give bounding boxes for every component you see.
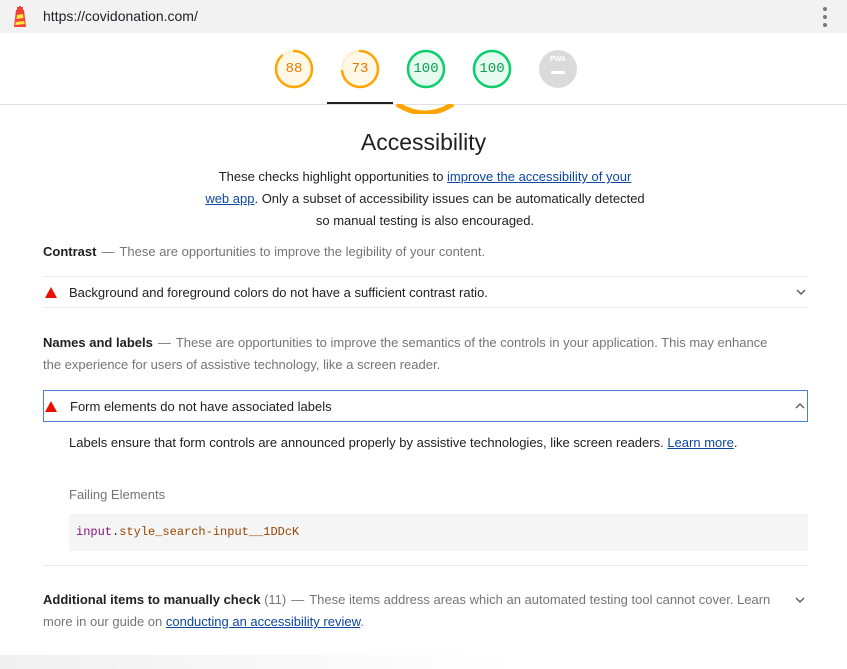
audit-explanation-text: Labels ensure that form controls are ann… (69, 435, 668, 450)
gauge-score: 100 (413, 61, 439, 77)
gauge-performance[interactable]: 88 (274, 49, 314, 89)
chevron-up-icon[interactable] (795, 401, 805, 411)
gauge-score: PWA (550, 56, 566, 63)
audit-label[interactable]: Form elements do not have associated lab… (43, 390, 808, 422)
active-gauge-indicator (327, 102, 393, 104)
node-tag: input (76, 525, 113, 539)
group-names-labels-header: Names and labels — These are opportunities… (43, 335, 768, 372)
group-title: Names and labels (43, 335, 153, 350)
failing-elements-label: Failing Elements (69, 487, 166, 502)
score-gauges-bar: 88 73 100 100 PWA (0, 33, 847, 105)
gauge-seo[interactable]: 100 (472, 49, 512, 89)
gauge-score: 73 (351, 61, 369, 77)
gauge-best-practices[interactable]: 100 (406, 49, 446, 89)
category-description: These checks highlight opportunities to … (205, 166, 645, 232)
manual-title: Additional items to manually check (43, 592, 261, 607)
failing-node-snippet[interactable]: input.style_search-input__1DDcK (69, 514, 808, 551)
manual-period: . (360, 614, 364, 629)
gauge-score: 88 (285, 61, 303, 77)
lighthouse-logo-icon (14, 6, 26, 27)
category-title: Accessibility (360, 129, 487, 155)
divider (43, 565, 808, 566)
bottom-shadow (0, 655, 520, 669)
learn-more-link[interactable]: Learn more (667, 435, 733, 450)
group-description: These are opportunities to improve the l… (119, 244, 486, 259)
fail-triangle-icon (45, 401, 57, 412)
node-class: style_search-input__1DDcK (119, 525, 300, 539)
audit-title: Form elements do not have associated lab… (70, 399, 332, 414)
chevron-down-icon[interactable] (796, 287, 806, 297)
chevron-down-icon[interactable] (795, 595, 805, 605)
accessibility-review-link[interactable]: conducting an accessibility review (166, 614, 360, 629)
category-gauge-arc (395, 104, 455, 114)
group-title: Contrast (43, 244, 97, 259)
audit-explanation: Labels ensure that form controls are ann… (69, 433, 737, 453)
audit-title: Background and foreground colors do not … (69, 285, 488, 300)
category-desc-post: . Only a subset of accessibility issues … (254, 191, 645, 228)
top-bar: https://covidonation.com/ (0, 0, 847, 33)
manual-checks-group[interactable]: Additional items to manually check (11) —… (43, 589, 778, 633)
page-url: https://covidonation.com/ (43, 8, 198, 24)
category-desc-pre: These checks highlight opportunities to (218, 169, 448, 184)
gauge-score: 100 (479, 61, 505, 77)
manual-count: (11) (264, 592, 287, 607)
audit-color-contrast[interactable]: Background and foreground colors do not … (43, 276, 808, 308)
gauge-accessibility[interactable]: 73 (340, 49, 380, 89)
kebab-menu-icon[interactable] (822, 7, 828, 27)
audit-explanation-period: . (733, 435, 738, 450)
fail-triangle-icon (45, 287, 57, 298)
group-contrast-header: Contrast — These are opportunities to impr… (43, 244, 486, 259)
gauge-pwa[interactable]: PWA (538, 49, 578, 89)
